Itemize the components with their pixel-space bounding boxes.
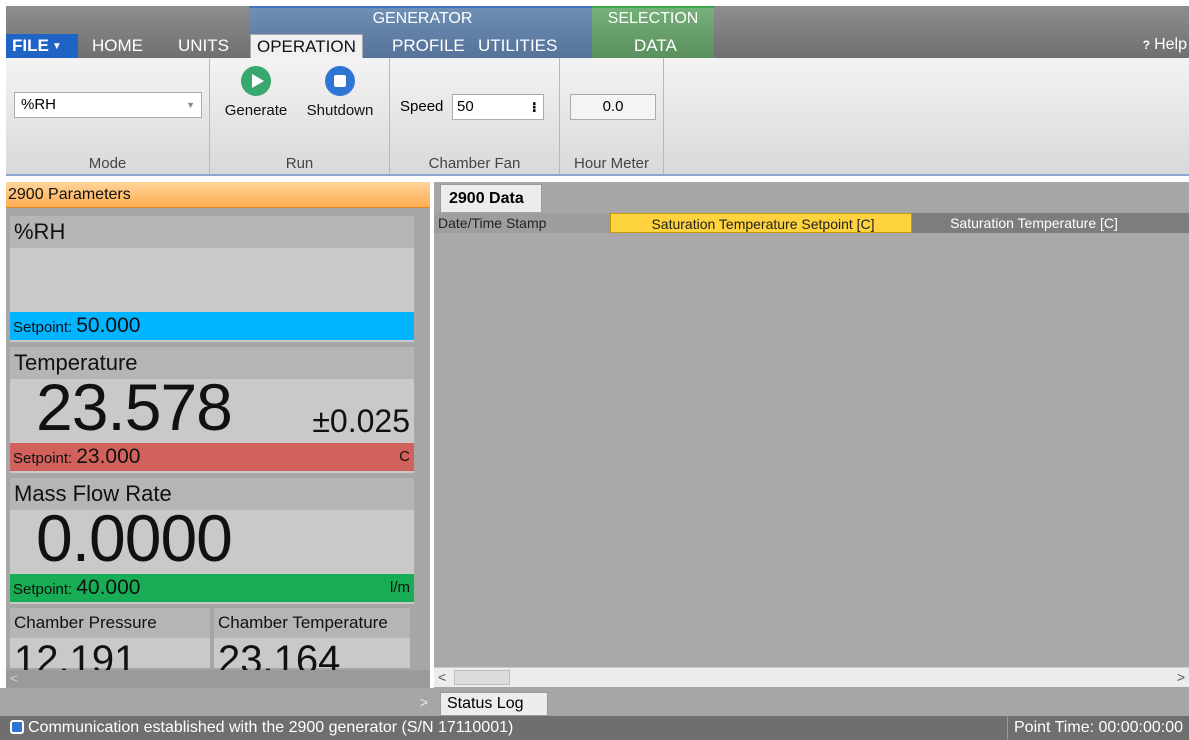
point-time: Point Time: 00:00:00:00	[1007, 716, 1189, 740]
tab-data[interactable]: DATA	[628, 34, 683, 58]
temperature-panel: Temperature 23.578 ±0.025 Setpoint: 23.00…	[10, 347, 414, 473]
column-header-datetime[interactable]: Date/Time Stamp	[434, 213, 610, 233]
help-button[interactable]: ? Help	[1143, 36, 1187, 54]
chevron-right-icon[interactable]: >	[1177, 669, 1185, 685]
file-menu-button[interactable]: FILE ▼	[6, 34, 78, 58]
tab-operation[interactable]: OPERATION	[250, 34, 363, 58]
left-horizontal-scrollbar[interactable]: <	[6, 670, 430, 688]
temperature-setpoint-value: 23.000	[76, 445, 141, 468]
status-message: Communication established with the 2900 …	[28, 719, 514, 736]
help-icon: ?	[1142, 38, 1151, 52]
rh-setpoint-bar: Setpoint: 50.000	[10, 312, 414, 340]
rh-setpoint-value: 50.000	[76, 314, 141, 337]
temperature-unit: C	[399, 448, 410, 465]
parameters-header: 2900 Parameters	[6, 182, 430, 208]
selection-context-label: SELECTION	[607, 10, 699, 27]
temperature-setpoint-bar: Setpoint: 23.000 C	[10, 443, 414, 471]
chamber-temperature-title: Chamber Temperature	[214, 608, 410, 638]
connection-status-icon	[10, 720, 24, 734]
mass-flow-value: 0.0000	[36, 501, 233, 575]
chamber-pressure-title: Chamber Pressure	[10, 608, 210, 638]
shutdown-button[interactable]: Shutdown	[300, 66, 380, 119]
data-panel: 2900 Data Date/Time Stamp Saturation Tem…	[434, 182, 1189, 688]
tab-utilities[interactable]: UTILITIES	[472, 34, 563, 58]
mass-flow-setpoint-bar: Setpoint: 40.000 l/m	[10, 574, 414, 602]
chamber-fan-group: Speed 50 ⁝ Chamber Fan	[390, 58, 560, 174]
tab-2900-data[interactable]: 2900 Data	[440, 184, 542, 212]
tab-home[interactable]: HOME	[86, 34, 149, 58]
chevron-down-icon: ▼	[186, 100, 195, 110]
rh-panel: %RH Setpoint: 50.000	[10, 216, 414, 342]
speed-label: Speed	[400, 98, 444, 115]
hour-meter-value: 0.0	[570, 94, 656, 120]
temperature-value: 23.578	[36, 370, 233, 444]
bottom-tab-strip: > Status Log	[0, 688, 1189, 716]
mode-select[interactable]: %RH ▼	[14, 92, 202, 118]
data-grid-body	[434, 233, 1189, 667]
column-header-sat-temp-setpoint[interactable]: Saturation Temperature Setpoint [C]	[610, 213, 912, 233]
generate-button[interactable]: Generate	[216, 66, 296, 119]
run-group: Generate Shutdown Run	[210, 58, 390, 174]
mass-flow-unit: l/m	[390, 579, 410, 596]
scrollbar-thumb[interactable]	[454, 670, 510, 685]
chevron-down-icon: ▼	[51, 40, 62, 52]
mode-group-label: Mode	[88, 155, 127, 172]
data-horizontal-scrollbar[interactable]: < >	[434, 667, 1189, 687]
column-header-sat-temp[interactable]: Saturation Temperature [C]	[912, 213, 1152, 233]
chevron-left-icon[interactable]: <	[10, 670, 18, 686]
chamber-temperature-panel: Chamber Temperature 23.164 C	[214, 608, 410, 685]
chamber-pressure-panel: Chamber Pressure 12.191 psi	[10, 608, 210, 685]
mode-group: %RH ▼ Mode	[6, 58, 210, 174]
tab-status-log[interactable]: Status Log	[440, 692, 548, 716]
parameters-panel: 2900 Parameters %RH Setpoint: 50.000 Temp…	[6, 182, 430, 688]
spinner-icon[interactable]: ⁝	[532, 95, 537, 119]
tab-units[interactable]: UNITS	[172, 34, 235, 58]
mass-flow-setpoint-value: 40.000	[76, 576, 141, 599]
play-icon	[241, 66, 271, 96]
fan-speed-stepper[interactable]: 50 ⁝	[452, 94, 544, 120]
hour-meter-group-label: Hour Meter	[573, 155, 650, 172]
mass-flow-panel: Mass Flow Rate 0.0000 Setpoint: 40.000 l/…	[10, 478, 414, 604]
generator-context-label: GENERATOR	[372, 10, 473, 27]
hour-meter-group: 0.0 Hour Meter	[560, 58, 664, 174]
chevron-left-icon[interactable]: <	[438, 669, 446, 685]
data-grid-header: Date/Time Stamp Saturation Temperature S…	[434, 213, 1189, 233]
chevron-right-icon[interactable]: >	[420, 694, 428, 710]
chamber-fan-group-label: Chamber Fan	[428, 155, 521, 172]
run-group-label: Run	[285, 155, 314, 172]
ribbon-tab-strip: GENERATOR SELECTION FILE ▼ HOME UNITS OPE…	[6, 6, 1189, 58]
rh-title: %RH	[10, 216, 414, 248]
status-bar: Communication established with the 2900 …	[0, 716, 1189, 740]
tab-profile[interactable]: PROFILE	[386, 34, 471, 58]
temperature-uncertainty: ±0.025	[312, 403, 410, 439]
ribbon-body: %RH ▼ Mode Generate Shutdown Run Speed 5…	[6, 58, 1189, 176]
stop-icon	[325, 66, 355, 96]
